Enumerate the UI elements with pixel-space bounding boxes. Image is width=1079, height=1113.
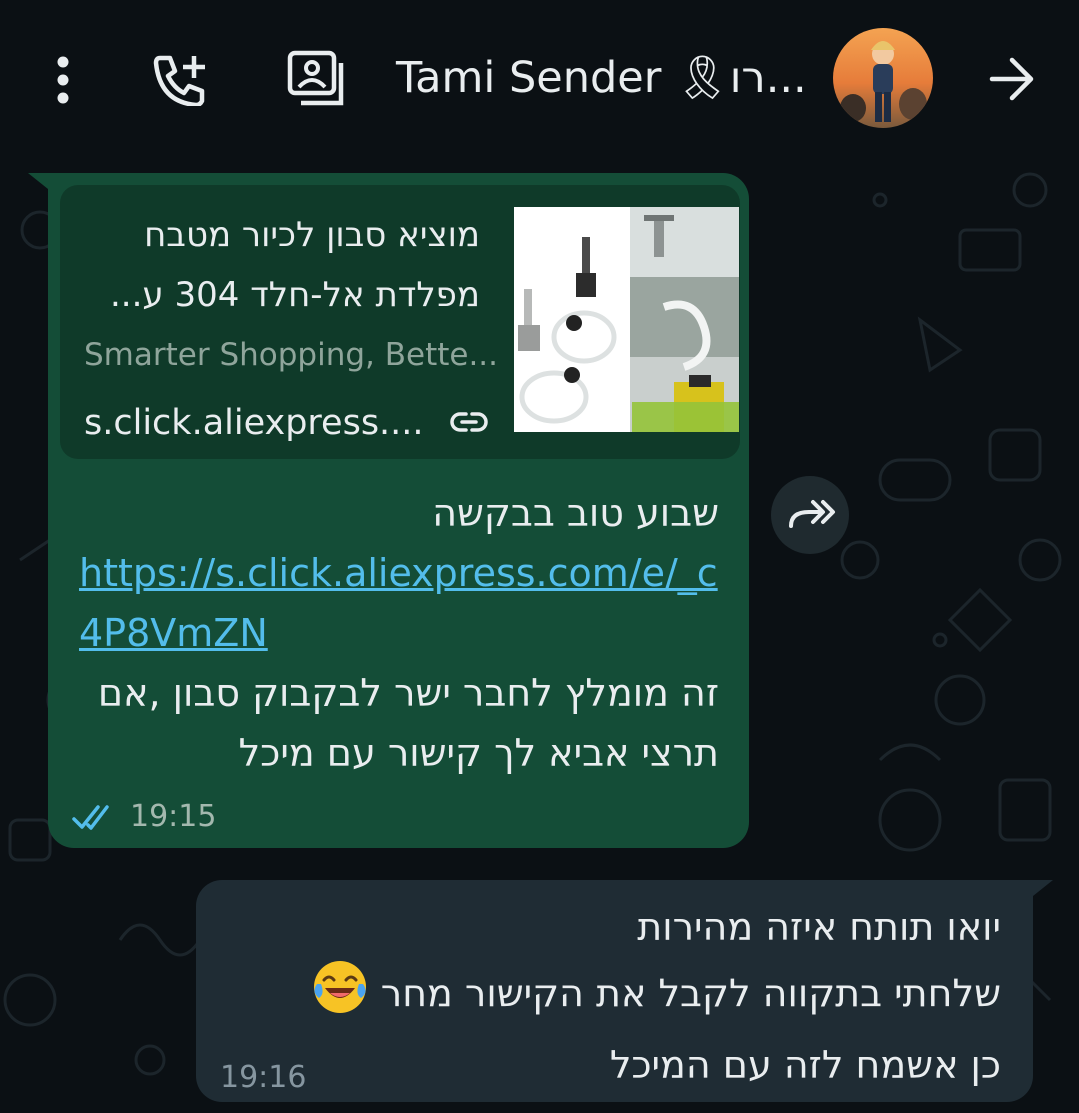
chat-title[interactable]: Tami Sender 🎗רו... bbox=[396, 50, 816, 106]
message-time: 19:16 bbox=[220, 1060, 307, 1095]
more-vert-icon[interactable] bbox=[50, 55, 76, 105]
message-link[interactable]: https://s.click.aliexpress.com/e/_c4P8Vm… bbox=[79, 543, 719, 663]
incoming-message-text: יואו תותח איזה מהירות שלחתי בתקווה לקבל … bbox=[221, 896, 1001, 1096]
message-line-with-emoji: שלחתי בתקווה לקבל את הקישור מחר bbox=[221, 958, 1001, 1034]
incoming-message[interactable]: יואו תותח איזה מהירות שלחתי בתקווה לקבל … bbox=[196, 880, 1033, 1102]
back-arrow-icon[interactable] bbox=[988, 56, 1036, 102]
link-preview-title: מוציא סבון לכיור מטבח מפלדת אל-חלד 304 ע… bbox=[109, 215, 480, 315]
message-line: שבוע טוב בבקשה bbox=[432, 491, 719, 535]
message-line: זה מומלץ לחבר ישר לבקבוק סבון ,אם תרצי א… bbox=[97, 671, 719, 775]
avatar[interactable] bbox=[833, 28, 933, 128]
read-receipt-icon bbox=[72, 805, 109, 830]
contact-card-icon[interactable] bbox=[287, 50, 347, 108]
message-time: 19:15 bbox=[130, 799, 217, 834]
add-call-icon[interactable] bbox=[152, 52, 210, 106]
link-preview[interactable]: מוציא סבון לכיור מטבח מפלדת אל-חלד 304 ע… bbox=[60, 185, 740, 459]
chat-header: Tami Sender 🎗רו... bbox=[0, 0, 1079, 156]
laughing-emoji-icon bbox=[311, 958, 369, 1034]
link-icon bbox=[450, 412, 488, 432]
outgoing-message[interactable]: מוציא סבון לכיור מטבח מפלדת אל-חלד 304 ע… bbox=[48, 173, 749, 848]
link-preview-domain: s.click.aliexpress.... bbox=[84, 403, 424, 443]
outgoing-message-text: שבוע טוב בבקשה https://s.click.aliexpres… bbox=[59, 483, 719, 783]
message-line: שלחתי בתקווה לקבל את הקישור מחר bbox=[380, 971, 1001, 1016]
link-preview-image bbox=[514, 207, 739, 432]
forward-button[interactable] bbox=[771, 476, 849, 554]
forward-icon bbox=[789, 500, 835, 528]
message-line: כן אשמח לזה עם המיכל bbox=[609, 1043, 1001, 1087]
message-line: יואו תותח איזה מהירות bbox=[637, 905, 1001, 949]
link-preview-description: Smarter Shopping, Bette... bbox=[84, 337, 499, 373]
